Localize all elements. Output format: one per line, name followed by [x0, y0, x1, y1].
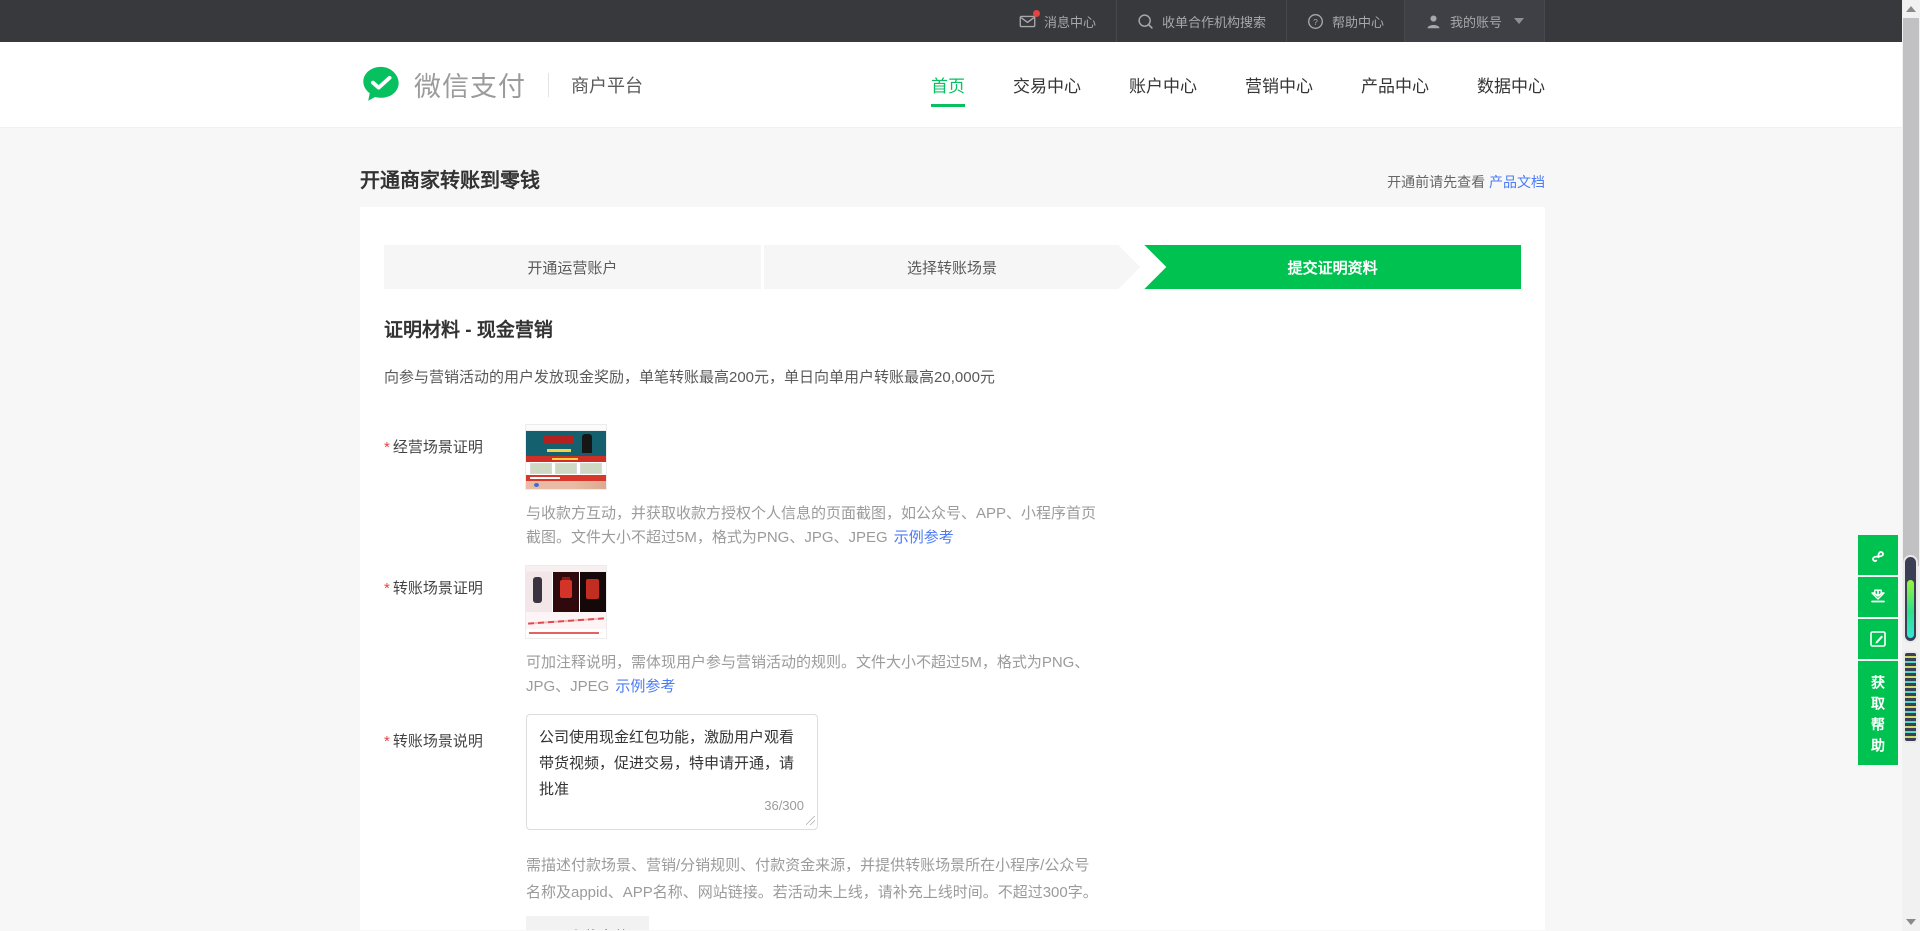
mail-icon — [1019, 13, 1036, 30]
field-label: *经营场景证明 — [384, 425, 526, 550]
nav-item-home[interactable]: 首页 — [931, 42, 965, 127]
topbar-item-acquirer-search[interactable]: 收单合作机构搜索 — [1116, 0, 1286, 42]
download-icon — [1868, 587, 1888, 607]
link-icon — [1868, 545, 1888, 565]
form-row-extra-proof: 附加证明（可选） 上传文件 — [384, 916, 1521, 930]
form-row-scene-note: *转账场景说明 公司使用现金红包功能，激励用户观看带货视频，促进交易，特申请开通… — [384, 714, 1521, 906]
upload-button-label: 上传文件 — [569, 926, 629, 931]
section-description: 向参与营销活动的用户发放现金奖励，单笔转账最高200元，单日向单用户转账最高20… — [384, 366, 1521, 387]
field-description-text: 可加注释说明，需体现用户参与营销活动的规则。文件大小不超过5M，格式为PNG、J… — [526, 654, 1089, 695]
form-row-transfer-scene: *转账场景证明 可加注释说明，需体现用户参与营销活动的规则。文件大小不超过5M，… — [384, 566, 1521, 699]
example-link[interactable]: 示例参考 — [615, 678, 675, 695]
scroll-minimap-widget[interactable] — [1903, 651, 1918, 743]
topbar-item-label: 收单合作机构搜索 — [1162, 12, 1266, 31]
field-label-text: 转账场景说明 — [393, 733, 483, 750]
topbar-item-label: 我的账号 — [1450, 12, 1502, 31]
main-nav: 首页 交易中心 账户中心 营销中心 产品中心 数据中心 — [931, 42, 1545, 127]
char-counter: 36/300 — [764, 798, 804, 813]
unread-badge — [1033, 10, 1040, 17]
nav-item-data[interactable]: 数据中心 — [1477, 42, 1545, 127]
step-submit-proof[interactable]: 提交证明资料 — [1144, 245, 1521, 289]
feedback-edit-button[interactable] — [1858, 619, 1898, 659]
page-title: 开通商家转账到零钱 — [360, 164, 540, 193]
scroll-up-arrow[interactable] — [1906, 6, 1916, 12]
upload-file-button[interactable]: 上传文件 — [526, 916, 649, 930]
step-open-account[interactable]: 开通运营账户 — [384, 245, 761, 289]
svg-text:?: ? — [1313, 16, 1318, 26]
field-label: *转账场景证明 — [384, 566, 526, 699]
step-indicator: 开通运营账户 选择转账场景 提交证明资料 — [384, 245, 1521, 289]
survey-link-button[interactable] — [1858, 535, 1898, 575]
required-marker: * — [384, 580, 390, 597]
required-marker: * — [384, 439, 390, 456]
content-card: 开通运营账户 选择转账场景 提交证明资料 证明材料 - 现金营销 向参与营销活动… — [360, 207, 1545, 930]
field-label-text: 转账场景证明 — [393, 580, 483, 597]
chevron-down-icon — [1514, 18, 1524, 24]
scrollbar-thumb[interactable] — [1903, 18, 1919, 566]
field-label: 附加证明（可选） — [384, 916, 526, 930]
form-row-business-scene: *经营场景证明 与收款方互动，并获取收款方授权个人信息的页面截图，如公众号、AP… — [384, 425, 1521, 550]
doc-hint: 开通前请先查看 产品文档 — [1387, 172, 1545, 192]
brand[interactable]: 微信支付 商户平台 — [360, 64, 643, 106]
proof-form: *经营场景证明 与收款方互动，并获取收款方授权个人信息的页面截图，如公众号、AP… — [384, 425, 1521, 930]
step-choose-scene[interactable]: 选择转账场景 — [764, 245, 1141, 289]
download-button[interactable] — [1858, 577, 1898, 617]
topbar-item-label: 帮助中心 — [1332, 12, 1384, 31]
upload-icon — [546, 929, 561, 931]
scroll-progress-widget[interactable] — [1903, 555, 1918, 643]
scrollbar[interactable] — [1902, 0, 1920, 931]
field-description: 可加注释说明，需体现用户参与营销活动的规则。文件大小不超过5M，格式为PNG、J… — [526, 651, 1098, 699]
question-icon: ? — [1307, 13, 1324, 30]
product-doc-link[interactable]: 产品文档 — [1489, 174, 1545, 190]
wechat-pay-logo-icon — [360, 64, 402, 106]
transfer-scene-thumbnail[interactable] — [526, 566, 606, 638]
edit-icon — [1868, 629, 1888, 649]
brand-name: 微信支付 — [414, 65, 526, 104]
topbar-item-my-account[interactable]: 我的账号 — [1404, 0, 1545, 42]
user-icon — [1425, 13, 1442, 30]
example-link[interactable]: 示例参考 — [894, 529, 954, 546]
search-icon — [1137, 13, 1154, 30]
platform-name: 商户平台 — [571, 72, 643, 98]
field-description: 与收款方互动，并获取收款方授权个人信息的页面截图，如公众号、APP、小程序首页截… — [526, 502, 1098, 550]
topbar: 消息中心 收单合作机构搜索 ? 帮助中心 我的账号 — [0, 0, 1920, 42]
field-label-text: 经营场景证明 — [393, 439, 483, 456]
business-scene-thumbnail[interactable] — [526, 425, 606, 489]
field-description-text: 与收款方互动，并获取收款方授权个人信息的页面截图，如公众号、APP、小程序首页截… — [526, 505, 1096, 546]
topbar-item-label: 消息中心 — [1044, 12, 1096, 31]
doc-hint-text: 开通前请先查看 — [1387, 174, 1485, 190]
section-heading: 证明材料 - 现金营销 — [384, 315, 1521, 342]
field-label: *转账场景说明 — [384, 714, 526, 906]
header: 微信支付 商户平台 首页 交易中心 账户中心 营销中心 产品中心 数据中心 — [0, 42, 1920, 128]
floating-toolbar: 获取帮助 — [1858, 535, 1898, 765]
topbar-item-help-center[interactable]: ? 帮助中心 — [1286, 0, 1404, 42]
scroll-down-arrow[interactable] — [1906, 919, 1916, 925]
nav-item-account[interactable]: 账户中心 — [1129, 42, 1197, 127]
nav-item-products[interactable]: 产品中心 — [1361, 42, 1429, 127]
nav-item-marketing[interactable]: 营销中心 — [1245, 42, 1313, 127]
field-helper-text: 需描述付款场景、营销/分销规则、付款资金来源，并提供转账场景所在小程序/公众号名… — [526, 852, 1104, 906]
page-head: 开通商家转账到零钱 开通前请先查看 产品文档 — [360, 164, 1545, 193]
get-help-button[interactable]: 获取帮助 — [1858, 661, 1898, 765]
resize-handle-icon[interactable] — [806, 816, 815, 825]
nav-item-transactions[interactable]: 交易中心 — [1013, 42, 1081, 127]
topbar-item-messages[interactable]: 消息中心 — [999, 0, 1116, 42]
required-marker: * — [384, 733, 390, 750]
divider — [548, 73, 549, 97]
